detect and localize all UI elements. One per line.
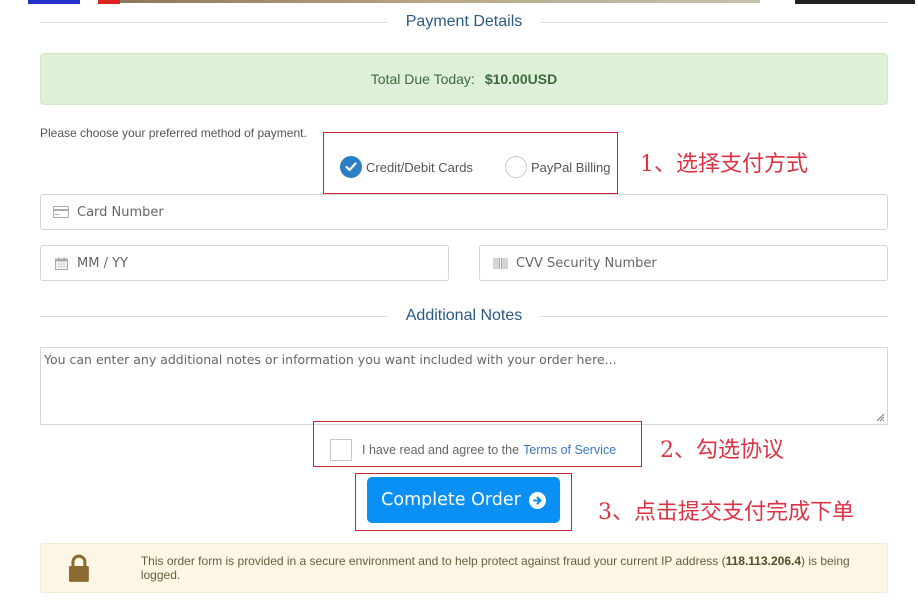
barcode-icon — [492, 256, 508, 270]
total-due-label: Total Due Today: — [370, 71, 475, 87]
cropped-dark-text — [795, 0, 915, 4]
annotation-step-1: 1、选择支付方式 — [640, 152, 808, 177]
notes-field[interactable] — [40, 347, 888, 425]
terms-checkbox[interactable] — [330, 439, 352, 461]
cropped-top-strip — [0, 0, 918, 5]
total-due-amount: $10.00USD — [484, 71, 558, 87]
terms-agreement: I have read and agree to the Terms of Se… — [330, 439, 616, 461]
secure-notice: This order form is provided in a secure … — [40, 543, 888, 593]
expiry-field[interactable] — [40, 245, 449, 281]
paypal-label: PayPal Billing — [531, 159, 611, 175]
additional-notes-title: Additional Notes — [387, 306, 541, 326]
cropped-blue-text — [28, 0, 80, 4]
secure-notice-text: This order form is provided in a secure … — [141, 554, 887, 582]
ip-address: 118.113.206.4 — [725, 554, 801, 568]
total-due-banner: Total Due Today: $10.00USD — [40, 53, 888, 105]
payment-details-title: Payment Details — [387, 12, 541, 32]
terms-label: I have read and agree to the — [362, 443, 520, 457]
cropped-banner-image — [120, 0, 760, 3]
card-number-field[interactable] — [40, 194, 888, 230]
payment-method-paypal[interactable]: PayPal Billing — [505, 156, 611, 178]
expiry-input[interactable] — [77, 255, 433, 271]
calendar-icon — [53, 256, 69, 270]
payment-method-credit-card[interactable]: Credit/Debit Cards — [340, 156, 473, 178]
additional-notes-divider: Additional Notes — [40, 306, 888, 326]
credit-card-label: Credit/Debit Cards — [366, 159, 473, 175]
check-circle-icon[interactable] — [340, 156, 362, 178]
annotation-step-3: 3、点击提交支付完成下单 — [598, 500, 854, 525]
secure-notice-before: This order form is provided in a secure … — [140, 554, 726, 568]
complete-order-label: Complete Order — [381, 490, 521, 510]
arrow-circle-right-icon — [528, 491, 546, 509]
payment-details-divider: Payment Details — [40, 12, 888, 32]
resize-grip-icon[interactable] — [876, 413, 885, 422]
terms-of-service-link[interactable]: Terms of Service — [523, 443, 616, 457]
lock-icon — [68, 554, 89, 582]
card-number-input[interactable] — [77, 204, 828, 220]
credit-card-icon — [53, 205, 69, 219]
cvv-input[interactable] — [516, 255, 872, 271]
payment-method-prompt: Please choose your preferred method of p… — [40, 126, 307, 140]
cvv-field[interactable] — [479, 245, 888, 281]
annotation-step-2: 2、勾选协议 — [660, 438, 784, 463]
cropped-red-mark — [98, 0, 120, 4]
notes-textarea[interactable] — [41, 348, 887, 424]
radio-empty-icon[interactable] — [505, 156, 527, 178]
complete-order-button[interactable]: Complete Order — [367, 477, 560, 523]
